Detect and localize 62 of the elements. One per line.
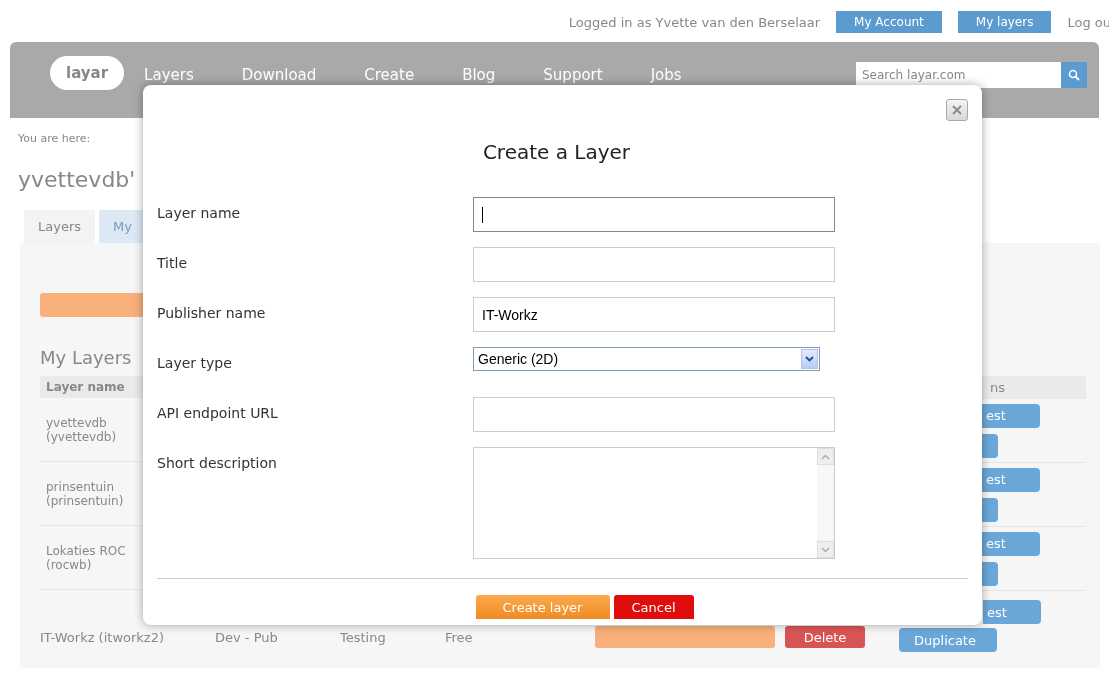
duplicate-button[interactable]: Duplicate (899, 628, 997, 652)
layer-name-text: Lokaties ROC (46, 543, 127, 558)
test-button[interactable]: est (983, 600, 1041, 624)
test-button[interactable]: est (982, 531, 1040, 556)
scroll-down-icon[interactable] (821, 546, 830, 553)
text-field[interactable]: IT-Workz (473, 297, 835, 332)
close-icon (952, 105, 962, 115)
action-button[interactable] (982, 497, 998, 522)
action-button[interactable] (982, 561, 998, 586)
field-label: Layer type (157, 354, 233, 371)
section-title: My Layers (40, 347, 133, 368)
table-cell-text: Free (445, 629, 474, 645)
nav-link[interactable]: Support (543, 66, 603, 84)
test-button[interactable]: est (982, 403, 1040, 428)
breadcrumb-text: You are here: (18, 132, 92, 145)
chevron-down-icon (805, 356, 814, 362)
logout-link[interactable]: Log ou (1067, 14, 1109, 30)
login-text: Logged in as Yvette van den Berselaar (568, 14, 821, 30)
logo[interactable]: layar (50, 56, 125, 90)
nav-link[interactable]: Jobs (650, 66, 682, 84)
action-button[interactable] (982, 433, 998, 458)
delete-button[interactable]: Delete (785, 626, 865, 648)
nav-link[interactable]: Download (241, 66, 317, 84)
layer-id-text: (yvettevdb) (46, 429, 118, 444)
account-link-button[interactable]: My Account (836, 11, 942, 33)
layer-type-dropdown[interactable]: Generic (2D) (473, 347, 820, 371)
cancel-button[interactable]: Cancel (613, 595, 694, 619)
nav-link[interactable]: Create (364, 66, 415, 84)
nav-link[interactable]: Layers (144, 66, 194, 84)
field-label: Short description (157, 454, 278, 471)
text-field[interactable] (473, 397, 835, 432)
column-header: ns (982, 376, 1086, 399)
create-layer-button[interactable]: Create layer (475, 595, 610, 619)
text-field[interactable] (473, 247, 835, 282)
page-title: yvettevdb' (18, 167, 137, 192)
search-icon (1068, 69, 1080, 81)
account-link-button[interactable]: My layers (957, 11, 1052, 33)
layer-name-text: yvettevdb (46, 415, 108, 430)
layer-id-text: (prinsentuin) (46, 493, 125, 508)
layer-name-text: prinsentuin (46, 479, 115, 494)
column-header: Layer name (40, 376, 143, 398)
scroll-up-icon[interactable] (821, 453, 830, 460)
search-field[interactable]: Search layar.com (856, 62, 1061, 88)
publish-button[interactable] (595, 626, 775, 648)
tab[interactable]: My (99, 210, 146, 243)
field-label: API endpoint URL (157, 404, 279, 421)
field-label: Layer name (157, 204, 242, 221)
layer-id-text: (rocwb) (46, 557, 93, 572)
table-cell-text: Testing (340, 629, 387, 645)
create-layer-button[interactable] (40, 293, 143, 317)
table-cell-text: IT-Workz (itworkz2) (40, 629, 166, 645)
field-label: Title (157, 254, 188, 271)
field-label: Publisher name (157, 304, 267, 321)
search-button[interactable] (1061, 62, 1087, 88)
nav-link[interactable]: Blog (462, 66, 496, 84)
test-button[interactable]: est (982, 467, 1040, 492)
table-cell-text: Dev - Pub (215, 629, 279, 645)
text-field[interactable] (473, 197, 835, 232)
close-button[interactable] (946, 99, 968, 121)
dialog-title: Create a Layer (482, 139, 631, 165)
description-field[interactable] (473, 447, 835, 559)
tab[interactable]: Layers (24, 210, 96, 243)
